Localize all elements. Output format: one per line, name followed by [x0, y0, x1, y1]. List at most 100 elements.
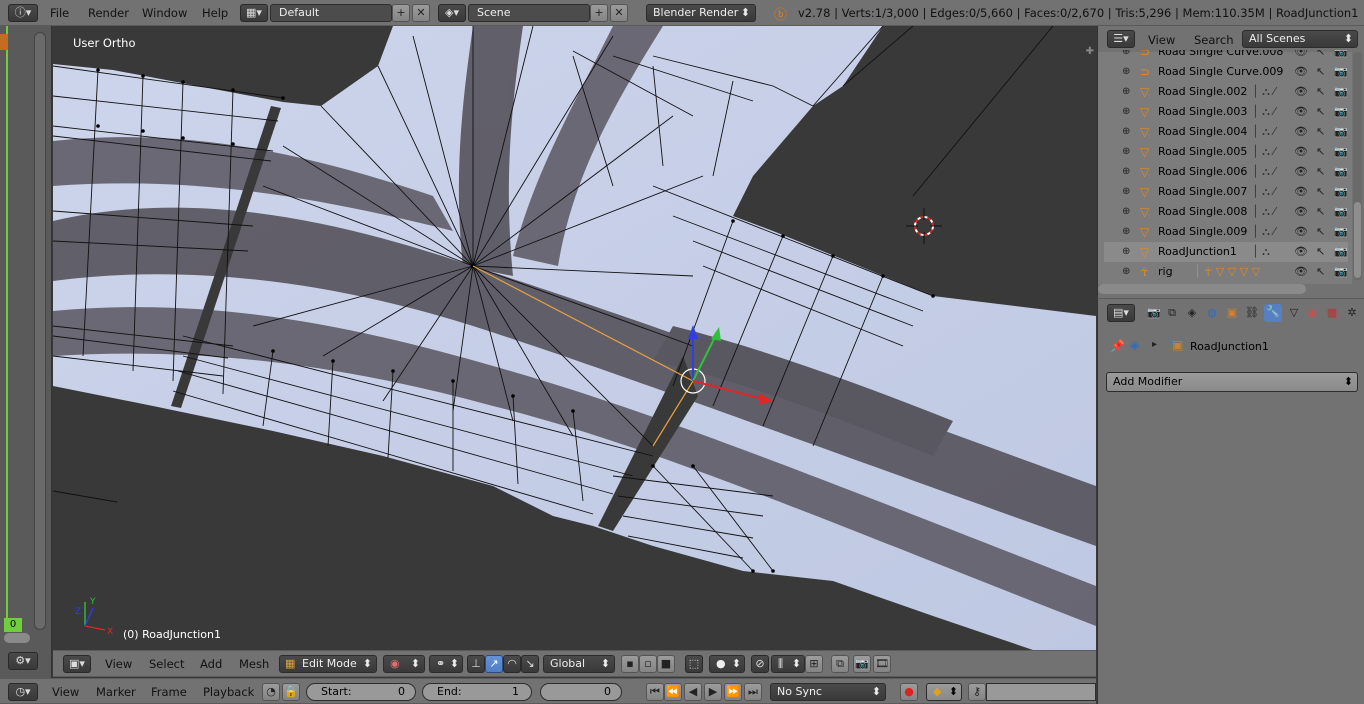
- expand-icon[interactable]: ⊕: [1122, 122, 1130, 142]
- add-modifier-dropdown[interactable]: Add Modifier ⬍: [1106, 372, 1358, 392]
- tab-render-icon[interactable]: 📷: [1146, 305, 1162, 321]
- viewport-shading-dropdown[interactable]: ◉ ⬍: [383, 655, 425, 673]
- outliner-item[interactable]: ⊕ ▽ Road Single.006 │ ⛬ ⁄ 👁 ↖ 📷: [1104, 162, 1348, 182]
- menu-file[interactable]: File: [50, 6, 69, 20]
- outliner-item[interactable]: ⊕ ⊃ Road Single Curve.009 👁 ↖ 📷: [1104, 62, 1348, 82]
- menu-view[interactable]: View: [105, 657, 132, 671]
- edge-select-icon[interactable]: ▫: [639, 655, 657, 673]
- mesh-data-icon[interactable]: │ ⛬: [1252, 242, 1270, 262]
- scene-browse-icon[interactable]: ◈▾: [438, 4, 466, 22]
- menu-window[interactable]: Window: [142, 6, 187, 20]
- eye-icon[interactable]: 👁: [1294, 142, 1308, 162]
- render-camera-icon[interactable]: 📷: [1334, 62, 1348, 82]
- sync-dropdown[interactable]: No Sync ⬍: [770, 683, 886, 701]
- render-engine-dropdown[interactable]: Blender Render ⬍: [646, 4, 756, 22]
- expand-icon[interactable]: ⊕: [1122, 142, 1130, 162]
- tab-object-icon[interactable]: ▣: [1224, 305, 1240, 321]
- outliner-item[interactable]: ⊕ ☥ rig │ ☥ ▽ ▽ ▽ ▽ 👁 ↖ 📷: [1104, 262, 1348, 282]
- menu-playback[interactable]: Playback: [203, 685, 254, 699]
- jump-keyframe-forward-icon[interactable]: ⏩: [724, 683, 742, 701]
- eye-icon[interactable]: 👁: [1294, 182, 1308, 202]
- expand-icon[interactable]: ⊕: [1122, 102, 1130, 122]
- eye-icon[interactable]: 👁: [1294, 262, 1308, 282]
- eye-icon[interactable]: 👁: [1294, 82, 1308, 102]
- outliner-h-scrollbar[interactable]: [1098, 284, 1306, 294]
- limit-selection-icon[interactable]: ⬚: [685, 655, 703, 673]
- menu-render[interactable]: Render: [88, 6, 129, 20]
- preview-range-icon[interactable]: ◔: [262, 683, 280, 701]
- render-camera-icon[interactable]: 📷: [1334, 102, 1348, 122]
- menu-frame[interactable]: Frame: [151, 685, 187, 699]
- outliner-item[interactable]: ⊕ ▽ Road Single.005 │ ⛬ ⁄ 👁 ↖ 📷: [1104, 142, 1348, 162]
- translate-manipulator-icon[interactable]: ↗: [485, 655, 503, 673]
- tool-shelf-slider[interactable]: [4, 633, 30, 643]
- snap-element-dropdown[interactable]: ⫼ ⬍: [771, 655, 805, 673]
- pivot-point-dropdown[interactable]: ⚭ ⬍: [429, 655, 463, 673]
- expand-icon[interactable]: ⊕: [1122, 222, 1130, 242]
- expand-icon[interactable]: ⊕: [1122, 202, 1130, 222]
- mesh-data-icon[interactable]: │ ⛬ ⁄: [1252, 222, 1275, 242]
- eye-icon[interactable]: 👁: [1294, 242, 1308, 262]
- menu-help[interactable]: Help: [202, 6, 228, 20]
- render-camera-icon[interactable]: 📷: [1334, 222, 1348, 242]
- mode-dropdown[interactable]: ▦ Edit Mode ⬍: [279, 655, 377, 673]
- layout-name-field[interactable]: Default: [270, 4, 392, 22]
- mesh-data-icon[interactable]: │ ⛬ ⁄: [1252, 162, 1275, 182]
- editor-type-view3d-bottom-icon[interactable]: ⚙▾: [8, 652, 38, 670]
- scene-add-icon[interactable]: +: [590, 4, 608, 22]
- editor-type-outliner-icon[interactable]: ☰▾: [1107, 30, 1135, 48]
- play-icon[interactable]: ▶: [704, 683, 722, 701]
- render-camera-icon[interactable]: 📷: [1334, 202, 1348, 222]
- eye-icon[interactable]: 👁: [1294, 102, 1308, 122]
- play-reverse-icon[interactable]: ◀: [684, 683, 702, 701]
- transform-orientation-dropdown[interactable]: Global ⬍: [543, 655, 615, 673]
- menu-marker[interactable]: Marker: [96, 685, 136, 699]
- outliner-menu-view[interactable]: View: [1148, 33, 1175, 47]
- cursor-select-icon[interactable]: ↖: [1316, 202, 1325, 222]
- layout-add-icon[interactable]: +: [392, 4, 410, 22]
- keying-set-field[interactable]: [986, 683, 1096, 701]
- opengl-render-icon[interactable]: ⧉: [831, 655, 849, 673]
- jump-keyframe-back-icon[interactable]: ⏪: [664, 683, 682, 701]
- manipulator-toggle-icon[interactable]: ⊥: [467, 655, 485, 673]
- editor-type-properties-icon[interactable]: ▤▾: [1107, 304, 1135, 322]
- expand-icon[interactable]: ⊕: [1122, 62, 1130, 82]
- mesh-data-icon[interactable]: │ ⛬ ⁄: [1252, 202, 1275, 222]
- cursor-select-icon[interactable]: ↖: [1316, 102, 1325, 122]
- snap-toggle-icon[interactable]: ⊘: [751, 655, 769, 673]
- outliner-menu-search[interactable]: Search: [1194, 33, 1234, 47]
- outliner-item[interactable]: ⊕ ▽ Road Single.004 │ ⛬ ⁄ 👁 ↖ 📷: [1104, 122, 1348, 142]
- tab-modifiers-icon[interactable]: 🔧: [1264, 304, 1282, 322]
- child-objects-icon[interactable]: │ ☥ ▽ ▽ ▽ ▽: [1194, 262, 1260, 282]
- outliner-item[interactable]: ⊕ ▽ Road Single.009 │ ⛬ ⁄ 👁 ↖ 📷: [1104, 222, 1348, 242]
- tab-texture-icon[interactable]: ▩: [1324, 305, 1340, 321]
- menu-add[interactable]: Add: [200, 657, 222, 671]
- layout-browse-icon[interactable]: ▦▾: [240, 4, 268, 22]
- insert-keyframe-icon[interactable]: ⚷: [968, 683, 986, 701]
- cursor-select-icon[interactable]: ↖: [1316, 222, 1325, 242]
- render-camera-icon[interactable]: 📷: [1334, 122, 1348, 142]
- rotate-manipulator-icon[interactable]: ◠: [503, 655, 521, 673]
- cursor-select-icon[interactable]: ↖: [1316, 82, 1325, 102]
- face-select-icon[interactable]: ■: [657, 655, 675, 673]
- expand-icon[interactable]: ⊕: [1122, 242, 1130, 262]
- tab-material-icon[interactable]: ◕: [1304, 305, 1320, 321]
- render-camera-icon[interactable]: 📷: [1334, 82, 1348, 102]
- scene-name-field[interactable]: Scene: [468, 4, 590, 22]
- record-icon[interactable]: ●: [900, 683, 918, 701]
- mesh-data-icon[interactable]: │ ⛬ ⁄: [1252, 142, 1275, 162]
- outliner-item[interactable]: ⊕ ▽ RoadJunction1 │ ⛬ 👁 ↖ 📷: [1104, 242, 1348, 262]
- keying-set-dropdown[interactable]: ◆ ⬍: [926, 683, 962, 701]
- menu-timeline-view[interactable]: View: [52, 685, 79, 699]
- cursor-select-icon[interactable]: ↖: [1316, 162, 1325, 182]
- jump-end-icon[interactable]: ⏭: [744, 683, 762, 701]
- outliner-filter-dropdown[interactable]: All Scenes ⬍: [1242, 30, 1358, 48]
- editor-type-timeline-icon[interactable]: ◷▾: [8, 683, 38, 701]
- cursor-select-icon[interactable]: ↖: [1316, 62, 1325, 82]
- expand-icon[interactable]: ⊕: [1122, 162, 1130, 182]
- outliner-item[interactable]: ⊕ ▽ Road Single.008 │ ⛬ ⁄ 👁 ↖ 📷: [1104, 202, 1348, 222]
- tab-data-icon[interactable]: ▽: [1286, 305, 1302, 321]
- tab-world-icon[interactable]: ◍: [1204, 305, 1220, 321]
- render-still-icon[interactable]: 📷: [853, 655, 871, 673]
- mesh-data-icon[interactable]: │ ⛬ ⁄: [1252, 122, 1275, 142]
